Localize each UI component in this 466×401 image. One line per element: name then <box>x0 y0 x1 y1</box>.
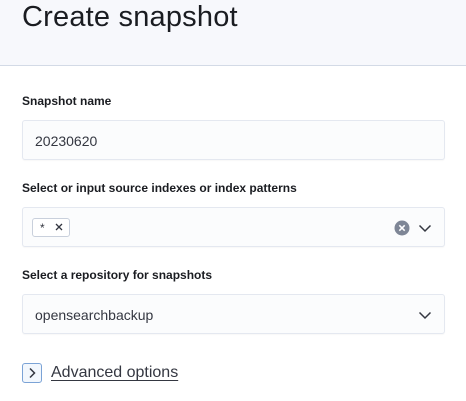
repository-value: opensearchbackup <box>35 307 154 323</box>
advanced-options-label[interactable]: Advanced options <box>51 363 178 383</box>
repository-label: Select a repository for snapshots <box>22 268 213 282</box>
chevron-right-icon[interactable] <box>22 363 42 383</box>
remove-pill-icon[interactable] <box>54 222 64 232</box>
snapshot-name-label: Snapshot name <box>22 94 112 108</box>
repository-select[interactable]: opensearchbackup <box>22 294 445 334</box>
index-pattern-pill-label: * <box>40 221 45 235</box>
clear-circle-icon[interactable] <box>394 220 410 236</box>
indexes-combobox[interactable]: * <box>22 207 445 247</box>
indexes-label: Select or input source indexes or index … <box>22 181 297 195</box>
index-pattern-pill: * <box>32 218 70 237</box>
advanced-options-toggle[interactable]: Advanced options <box>22 361 222 385</box>
page-title: Create snapshot <box>22 1 238 33</box>
chevron-down-icon[interactable] <box>418 308 432 322</box>
snapshot-name-input[interactable]: 20230620 <box>22 120 445 160</box>
chevron-down-icon[interactable] <box>418 221 432 235</box>
snapshot-name-value: 20230620 <box>35 133 98 149</box>
page-header: Create snapshot <box>0 0 466 66</box>
